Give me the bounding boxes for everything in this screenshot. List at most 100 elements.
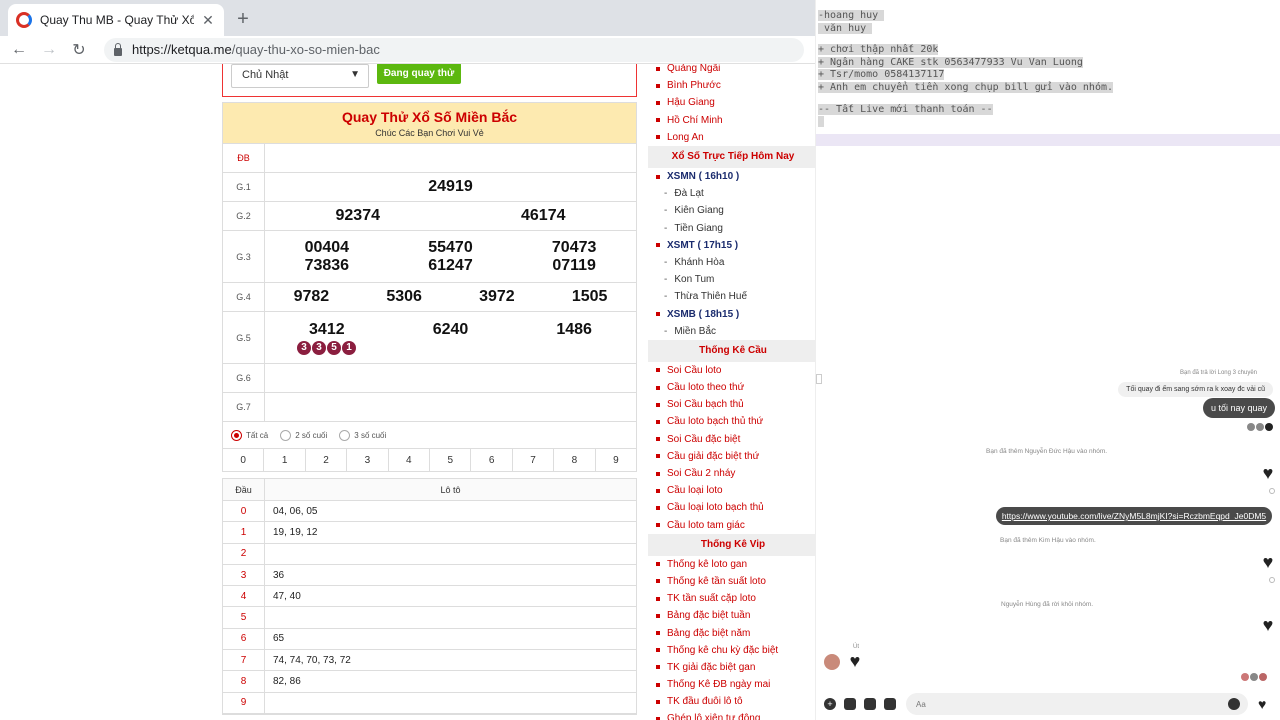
- new-tab-icon[interactable]: +: [232, 8, 254, 30]
- prize-rows: ĐB G.1 24919 G.2 92374 46174 G.3 00404 55470 7047…: [223, 144, 636, 422]
- digit-filter-7[interactable]: 7: [513, 449, 555, 471]
- sidebar-item[interactable]: Ghép lô xiên tự động: [648, 710, 815, 720]
- sidebar-item[interactable]: Cầu loto bạch thủ thứ: [648, 413, 815, 430]
- browser-chrome: Quay Thu MB - Quay Thử Xổ Số ✕ + ← → ↻ h…: [0, 0, 815, 64]
- sticker-icon[interactable]: [864, 698, 876, 710]
- sidebar-item-label: Kon Tum: [674, 274, 715, 286]
- heart-icon[interactable]: ♥: [846, 652, 864, 670]
- radio-circle-icon: [280, 429, 292, 441]
- bullet-icon: [656, 100, 660, 105]
- overlay-line-text: + Ngân hàng CAKE stk 0563477933 Vu Van L…: [818, 56, 1083, 68]
- message-input[interactable]: Aa: [906, 693, 1248, 715]
- sidebar-item[interactable]: Bảng đặc biệt năm: [648, 624, 815, 641]
- spinning-balls: 3351: [265, 340, 636, 355]
- sidebar-item-label: Soi Cầu bạch thủ: [667, 399, 744, 411]
- sidebar-item[interactable]: - Thừa Thiên Huế: [648, 288, 815, 305]
- sidebar-item[interactable]: - Tiền Giang: [648, 220, 815, 237]
- avatar: [1241, 673, 1249, 681]
- heart-icon[interactable]: ♥: [1259, 616, 1277, 634]
- digit-filter-9[interactable]: 9: [596, 449, 636, 471]
- prize-row: G.2 92374 46174: [223, 202, 636, 231]
- digit-filter-2[interactable]: 2: [306, 449, 348, 471]
- digit-filter-3[interactable]: 3: [347, 449, 389, 471]
- reply-note: Bạn đã trả lời Long 3 chuyên: [1180, 370, 1257, 376]
- prize-label: G.4: [223, 283, 265, 311]
- sidebar-item[interactable]: - Khánh Hòa: [648, 254, 815, 271]
- sidebar-item[interactable]: Long An: [648, 129, 815, 146]
- display-mode-radio[interactable]: 3 số cuối: [339, 429, 386, 441]
- sidebar-item[interactable]: Quảng Ngãi: [648, 64, 815, 77]
- screen: Quay Thu MB - Quay Thử Xổ Số ✕ + ← → ↻ h…: [0, 0, 1280, 720]
- gif-icon[interactable]: [884, 698, 896, 710]
- sidebar-item[interactable]: Soi Cầu 2 nháy: [648, 465, 815, 482]
- sidebar-item[interactable]: - Kiên Giang: [648, 202, 815, 219]
- youtube-link[interactable]: https://www.youtube.com/live/ZNyM5L8mjKI…: [996, 507, 1272, 525]
- display-mode-radio[interactable]: Tất cả: [231, 429, 268, 441]
- sidebar-item[interactable]: - Miền Bắc: [648, 323, 815, 340]
- sidebar-item[interactable]: Cầu giải đặc biệt thứ: [648, 448, 815, 465]
- sidebar-item[interactable]: Soi Cầu đặc biệt: [648, 431, 815, 448]
- plus-icon[interactable]: +: [824, 698, 836, 710]
- table-row: 2: [223, 543, 636, 565]
- avatar[interactable]: [824, 654, 840, 670]
- sidebar-item[interactable]: Bình Phước: [648, 77, 815, 94]
- heart-icon[interactable]: ♥: [1259, 553, 1277, 571]
- sidebar-item[interactable]: Thống Kê ĐB ngày mai: [648, 676, 815, 693]
- prize-number: 00404: [304, 238, 350, 256]
- sidebar-item[interactable]: Hồ Chí Minh: [648, 112, 815, 129]
- sidebar-item[interactable]: Cầu loại loto bạch thủ: [648, 499, 815, 516]
- digit-filter-1[interactable]: 1: [264, 449, 306, 471]
- sidebar-item[interactable]: Cầu loại loto: [648, 482, 815, 499]
- display-mode-radio[interactable]: 2 số cuối: [280, 429, 327, 441]
- sidebar-item-label: Long An: [667, 131, 704, 143]
- sidebar-item[interactable]: TK đầu đuôi lô tô: [648, 693, 815, 710]
- emoji-icon[interactable]: [1228, 698, 1240, 710]
- close-icon[interactable]: ✕: [200, 12, 216, 29]
- system-message: Bạn đã thêm Kim Hậu vào nhóm.: [1000, 537, 1096, 544]
- prize-row: ĐB: [223, 144, 636, 173]
- back-icon[interactable]: ←: [8, 39, 30, 61]
- sidebar-item[interactable]: Thống kê loto gan: [648, 556, 815, 573]
- sidebar-item[interactable]: - Kon Tum: [648, 271, 815, 288]
- sidebar-item-label: Thống Kê ĐB ngày mai: [667, 679, 771, 691]
- browser-tab[interactable]: Quay Thu MB - Quay Thử Xổ Số ✕: [8, 4, 224, 36]
- spin-button[interactable]: Đang quay thử: [377, 64, 461, 84]
- digit-filter-4[interactable]: 4: [389, 449, 431, 471]
- overlay-line: + chơi thập nhất 20k: [818, 44, 1113, 57]
- sidebar-item[interactable]: Hậu Giang: [648, 94, 815, 111]
- digit-filter-6[interactable]: 6: [471, 449, 513, 471]
- heart-icon[interactable]: ♥: [1259, 464, 1277, 482]
- sidebar-item[interactable]: XSMT ( 17h15 ): [648, 237, 815, 254]
- sidebar-item[interactable]: Cầu loto tam giác: [648, 517, 815, 534]
- sidebar-item[interactable]: XSMN ( 16h10 ): [648, 168, 815, 185]
- sidebar-item[interactable]: TK tần suất cặp loto: [648, 590, 815, 607]
- sidebar-item[interactable]: Thống kê tần suất loto: [648, 573, 815, 590]
- digit-filter-8[interactable]: 8: [554, 449, 596, 471]
- image-icon[interactable]: [844, 698, 856, 710]
- sidebar-item[interactable]: Bảng đặc biệt tuần: [648, 607, 815, 624]
- sidebar-item[interactable]: Thống kê chu kỳ đặc biệt: [648, 642, 815, 659]
- own-message[interactable]: u tối nay quay: [1202, 398, 1275, 418]
- forward-icon[interactable]: →: [38, 39, 60, 61]
- reload-icon[interactable]: ↻: [68, 39, 90, 61]
- day-select[interactable]: Chủ Nhật ▼: [231, 64, 369, 88]
- sidebar-item[interactable]: Soi Cầu bạch thủ: [648, 396, 815, 413]
- sidebar-item[interactable]: Soi Cầu loto: [648, 362, 815, 379]
- overlay-line: + Tsr/momo 0584137117: [818, 69, 1113, 82]
- sidebar-item[interactable]: Cầu loto theo thứ: [648, 379, 815, 396]
- bullet-icon: [656, 682, 660, 687]
- sidebar-item[interactable]: TK giải đặc biệt gan: [648, 659, 815, 676]
- sidebar-item-label: TK đầu đuôi lô tô: [667, 696, 743, 708]
- overlay-spacer: [818, 95, 1113, 104]
- table-row: 5: [223, 607, 636, 629]
- dash-bullet: -: [664, 256, 668, 268]
- tab-strip: Quay Thu MB - Quay Thử Xổ Số ✕ +: [0, 0, 815, 36]
- quoted-message[interactable]: Tối quay đi ếm sang sớm ra k xoay đc vải…: [1118, 382, 1273, 397]
- digit-filter-0[interactable]: 0: [223, 449, 265, 471]
- sidebar-item[interactable]: XSMB ( 18h15 ): [648, 305, 815, 322]
- address-bar[interactable]: https://ketqua.me/quay-thu-xo-so-mien-ba…: [104, 37, 804, 62]
- heart-icon[interactable]: ♥: [1258, 696, 1266, 712]
- digit-filter-5[interactable]: 5: [430, 449, 472, 471]
- sidebar-item[interactable]: - Đà Lạt: [648, 185, 815, 202]
- chevron-down-icon: ▼: [350, 69, 360, 80]
